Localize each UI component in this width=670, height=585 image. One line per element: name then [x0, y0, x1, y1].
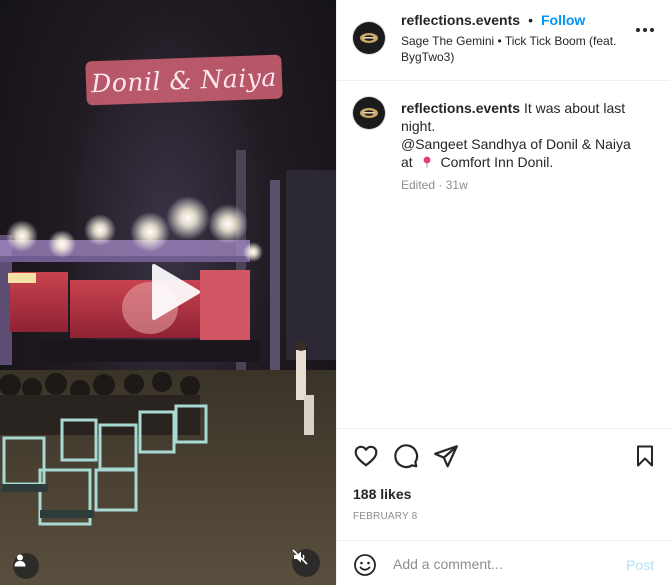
post-date[interactable]: FEBRUARY 8 — [353, 511, 417, 522]
separator-dot: · — [438, 178, 446, 192]
like-heart-icon[interactable] — [353, 443, 379, 469]
post-header: reflections.events • Follow Sage The Gem… — [337, 0, 670, 81]
video-title-overlay: Donil & Naiya — [85, 54, 283, 106]
emoji-icon[interactable] — [353, 553, 377, 577]
caption-at-text: at — [401, 154, 413, 170]
post-actions: 188 likes FEBRUARY 8 — [337, 428, 670, 540]
separator-dot: • — [528, 12, 533, 28]
share-paper-plane-icon[interactable] — [433, 443, 459, 469]
avatar[interactable] — [353, 22, 385, 54]
more-options-button[interactable] — [636, 28, 654, 32]
post-video[interactable]: Donil & Naiya — [0, 0, 336, 585]
post-comment-button[interactable]: Post — [626, 557, 654, 573]
mention-link[interactable]: @Sangeet Sandhya of Donil & Naiya — [401, 136, 631, 152]
pin-icon — [423, 156, 430, 168]
play-icon — [152, 264, 200, 320]
mute-button[interactable] — [292, 549, 320, 577]
post-caption: reflections.events It was about last nig… — [401, 99, 651, 171]
time-ago[interactable]: 31w — [446, 178, 468, 192]
comment-composer: Post — [337, 540, 670, 585]
comment-bubble-icon[interactable] — [393, 443, 419, 469]
username-link[interactable]: reflections.events — [401, 12, 520, 28]
caption-meta: Edited · 31w — [401, 178, 468, 192]
brand-logo-icon — [360, 108, 378, 118]
location-text: Comfort Inn Donil. — [440, 154, 554, 170]
more-dot-icon — [643, 28, 647, 32]
speaker-muted-icon — [292, 549, 308, 565]
more-dot-icon — [650, 28, 654, 32]
header-title-row: reflections.events • Follow — [401, 12, 585, 28]
follow-button[interactable]: Follow — [541, 12, 585, 28]
save-bookmark-icon[interactable] — [633, 443, 657, 469]
caption-username-link[interactable]: reflections.events — [401, 100, 520, 116]
comment-input[interactable] — [393, 553, 613, 575]
audio-track-link[interactable]: Sage The Gemini • Tick Tick Boom (feat. … — [401, 33, 621, 65]
user-icon — [14, 554, 26, 567]
avatar[interactable] — [353, 97, 385, 129]
play-button[interactable] — [140, 260, 204, 324]
tagged-users-button[interactable] — [13, 553, 39, 579]
edited-label: Edited — [401, 178, 436, 192]
brand-logo-icon — [360, 33, 378, 43]
more-dot-icon — [636, 28, 640, 32]
post-details-panel: reflections.events • Follow Sage The Gem… — [336, 0, 670, 585]
likes-count[interactable]: 188 likes — [353, 486, 411, 502]
